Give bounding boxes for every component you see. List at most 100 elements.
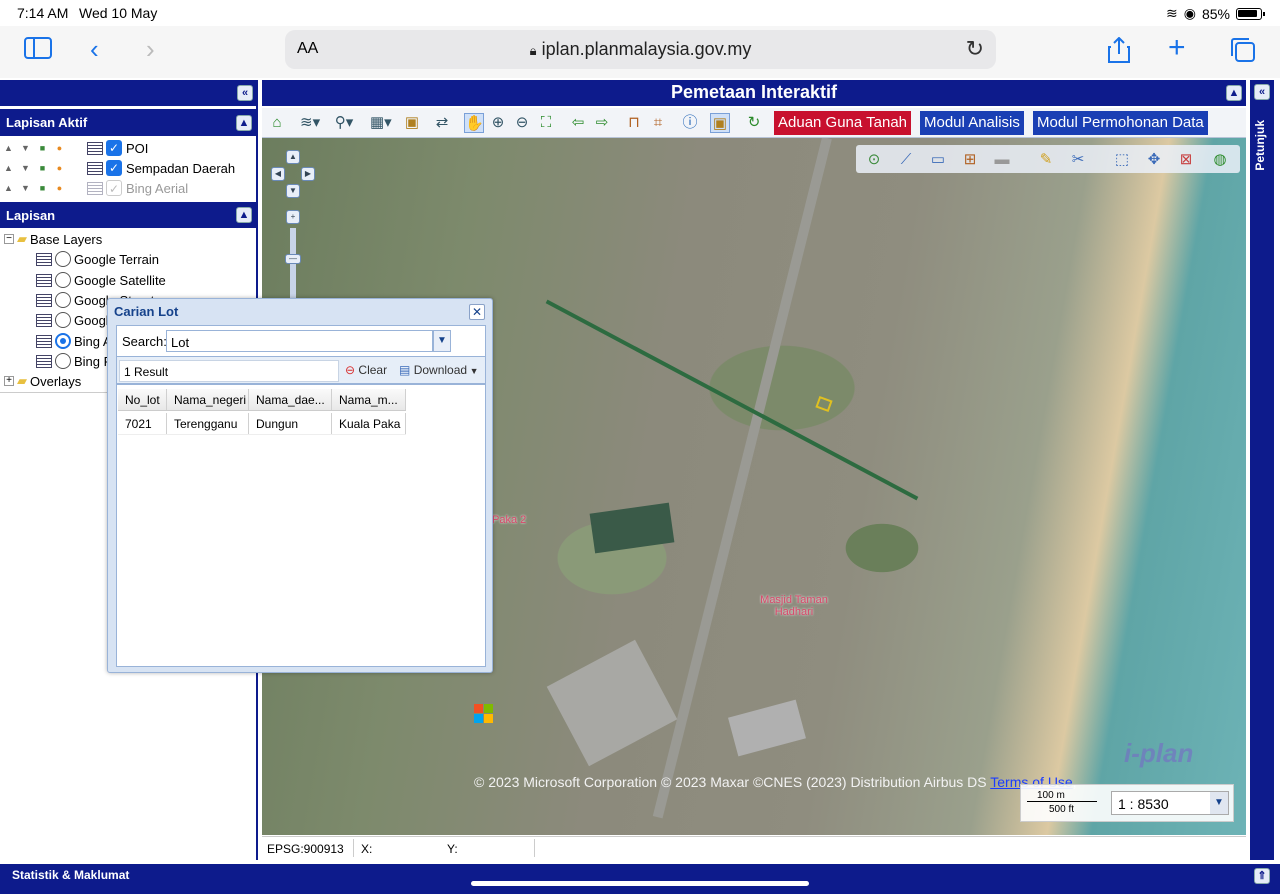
legend-rail[interactable]: « Petunjuk (1250, 80, 1274, 860)
draw-rectangle-icon[interactable]: ⊞ (960, 150, 980, 170)
clear-button[interactable]: ⊖ Clear (345, 363, 387, 377)
base-layer-radio[interactable] (55, 353, 71, 369)
draw-line-icon[interactable]: ⟋ (896, 150, 916, 170)
zoom-out-icon[interactable]: ⊖ (512, 113, 532, 133)
base-layer-radio[interactable] (55, 272, 71, 288)
base-layer-radio[interactable] (55, 292, 71, 308)
legend-icon[interactable] (36, 313, 52, 327)
legend-icon[interactable] (87, 161, 103, 175)
legend-icon[interactable] (36, 252, 52, 266)
base-layer-item[interactable]: Google Satellite (36, 270, 166, 290)
pan-up-icon[interactable]: ▲ (286, 150, 300, 164)
modul-permohonan-data-button[interactable]: Modul Permohonan Data (1033, 111, 1208, 135)
pan-down-icon[interactable]: ▼ (286, 184, 300, 198)
download-button[interactable]: ▤ Download ▼ (399, 363, 478, 377)
layer-checkbox-bing[interactable]: ✓ (106, 180, 122, 196)
back-icon[interactable]: ‹ (90, 36, 99, 62)
move-up-icon[interactable]: ▲ (0, 163, 17, 173)
forward-icon[interactable]: › (146, 36, 155, 62)
grid-menu-icon[interactable]: ▦▾ (370, 113, 392, 133)
move-down-icon[interactable]: ▼ (17, 163, 34, 173)
tree-base-layers[interactable]: − ▰ Base Layers (4, 229, 102, 249)
new-tab-icon[interactable]: + (1168, 33, 1186, 63)
pan-left-icon[interactable]: ◀ (271, 167, 285, 181)
move-down-icon[interactable]: ▼ (17, 183, 34, 193)
crop-icon[interactable]: ⌗ (648, 113, 668, 133)
move-down-icon[interactable]: ▼ (17, 143, 34, 153)
identify-icon[interactable]: ▣ (710, 113, 730, 133)
swap-layers-icon[interactable]: ⇄ (432, 113, 452, 133)
legend-icon[interactable] (36, 334, 52, 348)
tree-expand-icon[interactable]: + (4, 376, 14, 386)
column-header[interactable]: Nama_m... (332, 389, 406, 410)
layer-checkbox-sempadan[interactable]: ✓ (106, 160, 122, 176)
move-up-icon[interactable]: ▲ (0, 183, 17, 193)
collapse-left-panel-icon[interactable]: « (237, 85, 253, 101)
chevron-down-icon[interactable]: ▼ (1210, 792, 1228, 814)
edit-pencil-icon[interactable]: ✎ (1036, 150, 1056, 170)
layer-remove-icon[interactable]: ● (51, 143, 68, 153)
previous-extent-icon[interactable]: ⇦ (568, 113, 588, 133)
pan-hand-icon[interactable]: ✋ (464, 113, 484, 133)
measure-icon[interactable]: ⊓ (624, 113, 644, 133)
layer-info-icon[interactable]: ■ (34, 163, 51, 173)
legend-icon[interactable] (87, 141, 103, 155)
base-layer-item[interactable]: Bing R (36, 351, 113, 371)
next-extent-icon[interactable]: ⇨ (592, 113, 612, 133)
legend-icon[interactable] (87, 181, 103, 195)
address-bar[interactable]: AA 🔒︎ iplan.planmalaysia.gov.my ↻ (285, 30, 996, 69)
collapse-map-header-icon[interactable]: ▲ (1226, 85, 1242, 101)
aduan-guna-tanah-button[interactable]: Aduan Guna Tanah (774, 111, 912, 135)
refresh-icon[interactable]: ↻ (744, 113, 764, 133)
column-header[interactable]: Nama_negeri (167, 389, 249, 410)
bottom-panel-header[interactable]: Statistik & Maklumat ⇑ (0, 864, 1280, 894)
legend-icon[interactable] (36, 273, 52, 287)
collapse-active-layers-icon[interactable]: ▲ (236, 115, 252, 131)
collapse-layers-icon[interactable]: ▲ (236, 207, 252, 223)
share-icon[interactable] (1108, 36, 1130, 67)
zoom-plus-icon[interactable]: + (286, 210, 300, 224)
table-row[interactable]: 7021 Terengganu Dungun Kuala Paka (118, 413, 406, 435)
base-layer-item[interactable]: Google Terrain (36, 249, 159, 269)
layers-menu-icon[interactable]: ≋▾ (300, 113, 320, 133)
legend-icon[interactable] (36, 354, 52, 368)
add-point-icon[interactable]: ⊙ (864, 150, 884, 170)
home-icon[interactable]: ⌂ (267, 113, 287, 133)
draw-polygon-icon[interactable]: ▭ (928, 150, 948, 170)
column-header[interactable]: No_lot (118, 389, 167, 410)
sidebar-toggle-icon[interactable] (24, 37, 52, 63)
search-select[interactable]: Lot ▼ (166, 330, 451, 352)
layer-remove-icon[interactable]: ● (51, 163, 68, 173)
modul-analisis-button[interactable]: Modul Analisis (920, 111, 1024, 135)
scale-select[interactable]: 1 : 8530 ▼ (1111, 791, 1229, 815)
tree-collapse-icon[interactable]: − (4, 234, 14, 244)
layer-info-icon[interactable]: ■ (34, 143, 51, 153)
base-layer-radio[interactable] (55, 312, 71, 328)
legend-icon[interactable] (36, 293, 52, 307)
zoom-slider-handle[interactable]: — (285, 254, 301, 264)
tree-overlays[interactable]: + ▰ Overlays (4, 371, 81, 391)
reload-icon[interactable]: ↻ (966, 36, 984, 62)
layer-info-icon[interactable]: ■ (34, 183, 51, 193)
column-header[interactable]: Nama_dae... (249, 389, 332, 410)
close-icon[interactable]: ✕ (469, 304, 485, 320)
globe-icon[interactable]: ◍ (1210, 150, 1230, 170)
delete-feature-icon[interactable]: ⊠ (1176, 150, 1196, 170)
base-layer-radio[interactable] (55, 251, 71, 267)
zoom-in-icon[interactable]: ⊕ (488, 113, 508, 133)
chevron-down-icon[interactable]: ▼ (433, 330, 451, 352)
layer-remove-icon[interactable]: ● (51, 183, 68, 193)
full-extent-icon[interactable]: ⛶ (536, 113, 556, 133)
select-feature-icon[interactable]: ⬚ (1112, 150, 1132, 170)
expand-bottom-panel-icon[interactable]: ⇑ (1254, 868, 1270, 884)
info-icon[interactable]: ⓘ (680, 113, 700, 133)
move-feature-icon[interactable]: ✥ (1144, 150, 1164, 170)
expand-legend-icon[interactable]: « (1254, 84, 1270, 100)
layer-checkbox-poi[interactable]: ✓ (106, 140, 122, 156)
move-up-icon[interactable]: ▲ (0, 143, 17, 153)
zoom-menu-icon[interactable]: ⚲▾ (334, 113, 354, 133)
base-layer-radio-selected[interactable] (55, 333, 71, 349)
edit-vertex-icon[interactable]: ✂ (1068, 150, 1088, 170)
base-layer-item[interactable]: Google (36, 310, 116, 330)
base-layer-item[interactable]: Bing A (36, 331, 112, 351)
